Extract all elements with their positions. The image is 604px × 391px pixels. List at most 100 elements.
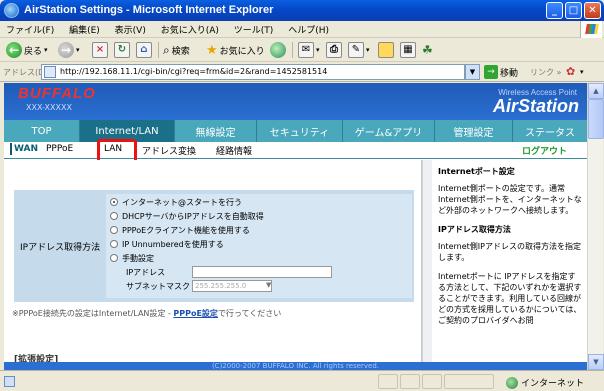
tab-wireless[interactable]: 無線設定 (175, 120, 257, 142)
zone-label: インターネット (520, 379, 584, 389)
print-icon: ⎙ (326, 42, 342, 58)
radio-button[interactable] (110, 254, 118, 262)
search-button[interactable]: ⌕ 検索 (163, 41, 190, 59)
edit-button[interactable]: ✎ ▾ (348, 41, 370, 59)
settings-content: IPアドレス取得方法 インターネット@スタートを行う DHCPサーバからIPアド… (4, 160, 422, 370)
toolbar-separator (292, 42, 293, 58)
mail-button[interactable]: ✉ ▾ (298, 41, 320, 59)
print-button[interactable]: ⎙ (326, 41, 342, 59)
home-button[interactable]: ⌂ (136, 41, 152, 59)
tab-game-apps[interactable]: ゲーム&アプリ (343, 120, 435, 142)
go-arrow-icon: → (484, 65, 498, 79)
favorites-button[interactable]: ★ お気に入り (206, 41, 265, 59)
menu-bar: ファイル(F) 編集(E) 表示(V) お気に入り(A) ツール(T) ヘルプ(… (0, 21, 604, 38)
messenger-button[interactable]: ☘ (422, 41, 433, 59)
copyright-footer: (C)2000-2007 BUFFALO INC. All rights res… (4, 362, 587, 370)
brand-header: BUFFALO XXX-XXXXX Wireless Access Point … (4, 83, 587, 120)
menu-favorites[interactable]: お気に入り(A) (155, 21, 225, 38)
chevron-down-icon: ▾ (76, 46, 80, 54)
address-url: http://192.168.11.1/cgi-bin/cgi?req=frm&… (60, 67, 328, 76)
tab-admin[interactable]: 管理設定 (435, 120, 513, 142)
go-button[interactable]: → 移動 (484, 64, 518, 80)
chevron-down-icon[interactable]: ▾ (580, 68, 584, 76)
inner-scrollbar[interactable] (422, 160, 432, 370)
chevron-down-icon: ▼ (266, 281, 272, 289)
subnav-wan[interactable]: WAN (10, 143, 40, 155)
status-cell (422, 374, 442, 389)
ip-options: インターネット@スタートを行う DHCPサーバからIPアドレスを自動取得 PPP… (106, 194, 412, 298)
option-dhcp[interactable]: DHCPサーバからIPアドレスを自動取得 (110, 211, 264, 222)
links-button[interactable]: リンク » (530, 67, 561, 78)
radio-button[interactable] (110, 226, 118, 234)
scroll-thumb[interactable] (588, 99, 604, 139)
option-internet-start[interactable]: インターネット@スタートを行う (110, 197, 242, 208)
forward-arrow-icon: → (58, 42, 74, 58)
menu-file[interactable]: ファイル(F) (0, 21, 60, 38)
ip-acquisition-label: IPアドレス取得方法 (20, 243, 101, 253)
subnav-nat[interactable]: アドレス変換 (140, 143, 198, 158)
maximize-button[interactable]: □ (565, 2, 582, 19)
menu-view[interactable]: 表示(V) (109, 21, 152, 38)
scroll-down-button[interactable]: ▼ (588, 354, 604, 370)
radio-button[interactable] (110, 240, 118, 248)
option-manual[interactable]: 手動設定 (110, 253, 154, 264)
tab-top[interactable]: TOP (4, 120, 80, 142)
pppoe-settings-link[interactable]: PPPoE設定 (173, 309, 218, 318)
help-text-ip-detail: Internetポートに IPアドレスを指定する方法として、下記のいずれかを選択… (438, 272, 582, 325)
refresh-icon: ↻ (114, 42, 130, 58)
refresh-button[interactable]: ↻ (114, 41, 130, 59)
logout-link[interactable]: ログアウト (522, 144, 567, 157)
tab-security[interactable]: セキュリティ (257, 120, 343, 142)
menu-tools[interactable]: ツール(T) (228, 21, 280, 38)
note-text: ※PPPoE接続先の設定はInternet/LAN設定 - (12, 309, 174, 318)
ip-acquisition-panel: IPアドレス取得方法 インターネット@スタートを行う DHCPサーバからIPアド… (14, 190, 414, 302)
close-button[interactable]: ✕ (584, 2, 601, 19)
chevron-down-icon: ▾ (316, 46, 320, 54)
search-label: 検索 (171, 46, 190, 57)
star-icon: ★ (206, 42, 218, 58)
chevron-down-icon: ▾ (44, 46, 48, 54)
research-button[interactable]: ▦ (400, 41, 416, 59)
help-panel: Internetポート設定 Internet側ポートの設定です。通常Intern… (434, 160, 587, 370)
window-title: AirStation Settings - Microsoft Internet… (24, 4, 274, 16)
radio-button[interactable] (110, 198, 118, 206)
option-label: PPPoEクライアント機能を使用する (122, 226, 250, 235)
ip-address-field[interactable] (192, 266, 332, 278)
scroll-up-button[interactable]: ▲ (588, 83, 604, 99)
vertical-scrollbar[interactable]: ▲ ▼ (587, 83, 604, 370)
forward-button[interactable]: → ▾ (58, 41, 80, 59)
menu-help[interactable]: ヘルプ(H) (282, 21, 335, 38)
toolbar-separator (158, 42, 159, 58)
back-label: 戻る (24, 46, 43, 57)
globe-icon (505, 376, 518, 389)
model-name: XXX-XXXXX (26, 103, 72, 112)
note-text-end: で行ってください (217, 309, 282, 318)
radio-button[interactable] (110, 212, 118, 220)
subnav-pppoe[interactable]: PPPoE (44, 143, 75, 155)
history-button[interactable] (270, 41, 286, 59)
stop-button[interactable]: × (92, 41, 108, 59)
page-status-icon (4, 376, 15, 387)
security-zone: インターネット (505, 376, 584, 389)
option-label: IP Unnumberedを使用する (122, 240, 224, 249)
back-arrow-icon: ← (6, 42, 22, 58)
address-input[interactable]: http://192.168.11.1/cgi-bin/cgi?req=frm&… (41, 64, 465, 80)
page-viewport: BUFFALO XXX-XXXXX Wireless Access Point … (4, 83, 587, 370)
discuss-button[interactable] (378, 41, 394, 59)
subnet-mask-select[interactable]: 255.255.255.0 (192, 280, 272, 292)
address-dropdown[interactable]: ▼ (465, 64, 480, 80)
option-pppoe-client[interactable]: PPPoEクライアント機能を使用する (110, 225, 250, 236)
back-button[interactable]: ← 戻る ▾ (6, 41, 48, 59)
address-bar: アドレス(D) http://192.168.11.1/cgi-bin/cgi?… (0, 62, 604, 82)
subnav-routing[interactable]: 経路情報 (214, 143, 254, 158)
minimize-button[interactable]: _ (546, 2, 563, 19)
addon-icon[interactable]: ✿ (566, 65, 575, 78)
option-ip-unnumbered[interactable]: IP Unnumberedを使用する (110, 239, 224, 250)
menu-edit[interactable]: 編集(E) (63, 21, 106, 38)
help-text-ip: Internet側IPアドレスの取得方法を指定します。 (438, 242, 581, 262)
toolbar: ← 戻る ▾ → ▾ × ↻ ⌂ ⌕ 検索 ★ お気に入り ✉ ▾ ⎙ ✎ ▾ ▦ … (0, 38, 604, 62)
tab-status[interactable]: ステータス (513, 120, 587, 142)
option-label: DHCPサーバからIPアドレスを自動取得 (122, 212, 264, 221)
page-icon (44, 66, 56, 78)
messenger-icon: ☘ (422, 43, 433, 57)
